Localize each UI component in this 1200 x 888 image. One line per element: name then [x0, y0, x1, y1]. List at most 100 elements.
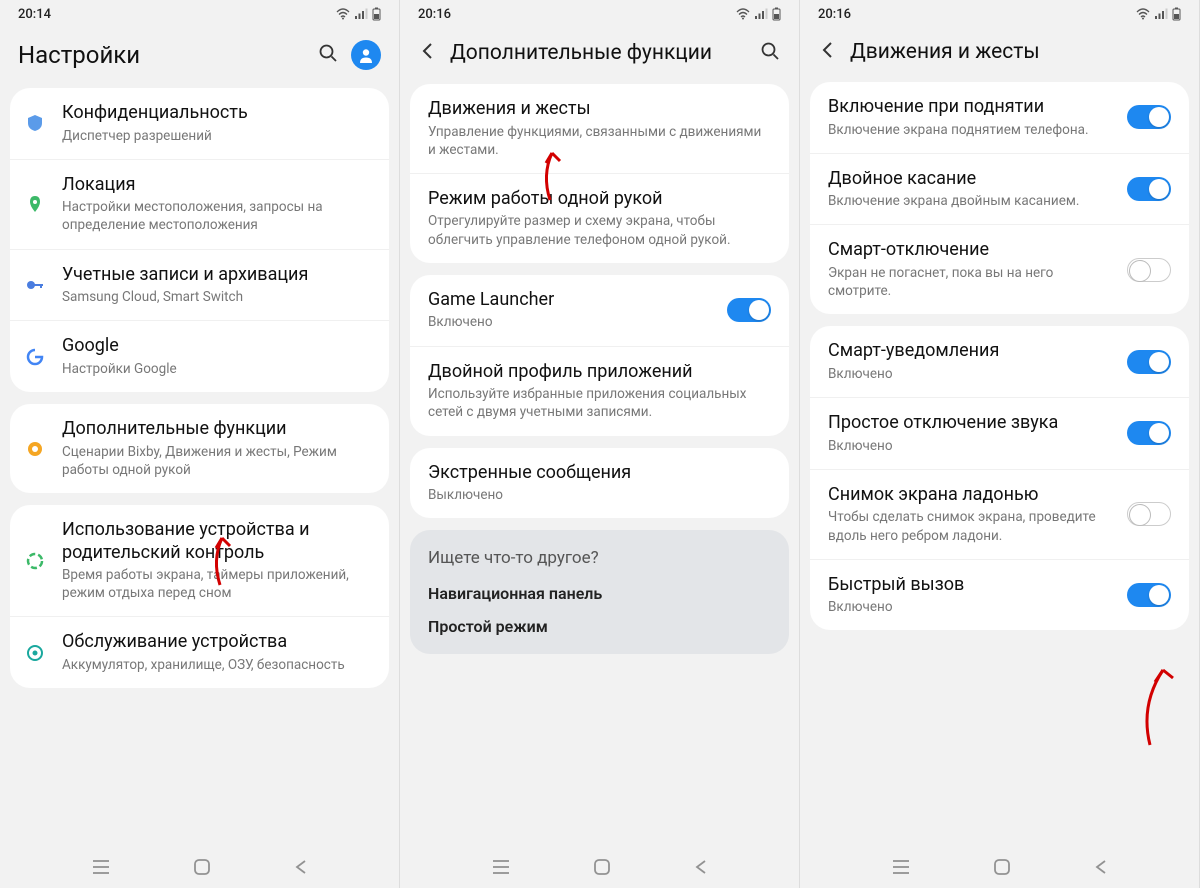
row-sub: Включено: [828, 598, 1111, 616]
gear-icon: [24, 438, 46, 460]
row-google[interactable]: Google Настройки Google: [10, 320, 389, 392]
row-sub: Настройки местоположения, запросы на опр…: [62, 198, 371, 234]
row-privacy[interactable]: Конфиденциальность Диспетчер разрешений: [10, 88, 389, 159]
row-title: Дополнительные функции: [62, 418, 371, 441]
statusbar: 20:14: [0, 0, 399, 28]
row-title: Простое отключение звука: [828, 412, 1111, 435]
row-title: Конфиденциальность: [62, 102, 371, 125]
row-title: Включение при поднятии: [828, 96, 1111, 119]
nav-home-icon[interactable]: [192, 857, 212, 877]
avatar[interactable]: [351, 40, 381, 70]
card: Game Launcher Включено Двойной профиль п…: [410, 275, 789, 436]
page-title: Движения и жесты: [850, 40, 1181, 64]
toggle-smartstay[interactable]: [1127, 258, 1171, 282]
nav-recent-icon[interactable]: [891, 859, 911, 875]
wifi-icon: [1136, 8, 1150, 20]
status-icons: [1136, 7, 1181, 21]
row-sub: Включено: [828, 437, 1111, 455]
looking-for-card: Ищете что-то другое? Навигационная панел…: [410, 530, 789, 654]
row-sub: Экран не погаснет, пока вы на него смотр…: [828, 264, 1111, 300]
link-easy-mode[interactable]: Простой режим: [428, 617, 771, 636]
row-sub: Время работы экрана, таймеры приложений,…: [62, 566, 371, 602]
toggle-palmswipe[interactable]: [1127, 502, 1171, 526]
row-title: Обслуживание устройства: [62, 631, 371, 654]
row-smartstay[interactable]: Смарт-отключение Экран не погаснет, пока…: [810, 224, 1189, 314]
row-title: Двойное касание: [828, 168, 1111, 191]
navbar: [0, 846, 399, 888]
toggle-lifttowake[interactable]: [1127, 105, 1171, 129]
battery-icon: [1172, 7, 1181, 21]
row-sub: Выключено: [428, 486, 771, 504]
row-title: Экстренные сообщения: [428, 462, 771, 485]
wifi-icon: [736, 8, 750, 20]
nav-home-icon[interactable]: [592, 857, 612, 877]
nav-back-icon[interactable]: [293, 859, 309, 875]
row-sub: Настройки Google: [62, 360, 371, 378]
screen-settings: 20:14 Настройки Конфиденциальность Диспе…: [0, 0, 400, 888]
toggle-directcall[interactable]: [1127, 583, 1171, 607]
row-motions[interactable]: Движения и жесты Управление функциями, с…: [410, 84, 789, 173]
row-smartalert[interactable]: Смарт-уведомления Включено: [810, 326, 1189, 397]
row-accounts[interactable]: Учетные записи и архивация Samsung Cloud…: [10, 249, 389, 321]
back-icon[interactable]: [818, 40, 838, 64]
row-sub: Включено: [828, 365, 1111, 383]
row-doubletap[interactable]: Двойное касание Включение экрана двойным…: [810, 153, 1189, 225]
location-icon: [24, 193, 46, 215]
signal-icon: [754, 8, 768, 20]
settings-list: Конфиденциальность Диспетчер разрешений …: [0, 88, 399, 846]
toggle-easymute[interactable]: [1127, 421, 1171, 445]
row-title: Локация: [62, 174, 371, 197]
nav-recent-icon[interactable]: [491, 859, 511, 875]
nav-home-icon[interactable]: [992, 857, 1012, 877]
screen-advanced: 20:16 Дополнительные функции Движения и …: [400, 0, 800, 888]
signal-icon: [1154, 8, 1168, 20]
row-title: Смарт-отключение: [828, 239, 1111, 262]
statusbar: 20:16: [800, 0, 1199, 28]
search-icon[interactable]: [317, 42, 339, 68]
row-wellbeing[interactable]: Использование устройства и родительский …: [10, 505, 389, 616]
card: Конфиденциальность Диспетчер разрешений …: [10, 88, 389, 392]
row-title: Google: [62, 335, 371, 358]
advanced-list: Движения и жесты Управление функциями, с…: [400, 84, 799, 846]
row-advanced[interactable]: Дополнительные функции Сценарии Bixby, Д…: [10, 404, 389, 493]
care-icon: [24, 642, 46, 664]
row-location[interactable]: Локация Настройки местоположения, запрос…: [10, 159, 389, 249]
row-sub: Сценарии Bixby, Движения и жесты, Режим …: [62, 443, 371, 479]
nav-recent-icon[interactable]: [91, 859, 111, 875]
nav-back-icon[interactable]: [693, 859, 709, 875]
row-sub: Включение экрана поднятием телефона.: [828, 121, 1111, 139]
row-dualmessenger[interactable]: Двойной профиль приложений Используйте и…: [410, 346, 789, 436]
row-lifttowake[interactable]: Включение при поднятии Включение экрана …: [810, 82, 1189, 153]
row-sub: Управление функциями, связанными с движе…: [428, 123, 771, 159]
card: Смарт-уведомления Включено Простое отклю…: [810, 326, 1189, 630]
key-icon: [24, 274, 46, 296]
row-sos[interactable]: Экстренные сообщения Выключено: [410, 448, 789, 519]
motions-list: Включение при поднятии Включение экрана …: [800, 82, 1199, 846]
appbar: Дополнительные функции: [400, 28, 799, 84]
search-icon[interactable]: [759, 40, 781, 66]
row-gamelauncher[interactable]: Game Launcher Включено: [410, 275, 789, 346]
toggle-doubletap[interactable]: [1127, 177, 1171, 201]
row-devicecare[interactable]: Обслуживание устройства Аккумулятор, хра…: [10, 616, 389, 688]
page-title: Настройки: [18, 41, 305, 69]
row-directcall[interactable]: Быстрый вызов Включено: [810, 559, 1189, 631]
row-palmswipe[interactable]: Снимок экрана ладонью Чтобы сделать сним…: [810, 469, 1189, 559]
battery-icon: [372, 7, 381, 21]
page-title: Дополнительные функции: [450, 41, 747, 65]
google-icon: [24, 346, 46, 368]
row-easymute[interactable]: Простое отключение звука Включено: [810, 397, 1189, 469]
link-navigation-bar[interactable]: Навигационная панель: [428, 584, 771, 603]
clock: 20:14: [18, 7, 51, 22]
row-sub: Используйте избранные приложения социаль…: [428, 385, 771, 421]
navbar: [800, 846, 1199, 888]
toggle-smartalert[interactable]: [1127, 350, 1171, 374]
statusbar: 20:16: [400, 0, 799, 28]
row-onehand[interactable]: Режим работы одной рукой Отрегулируйте р…: [410, 173, 789, 263]
toggle-gamelauncher[interactable]: [727, 298, 771, 322]
row-sub: Samsung Cloud, Smart Switch: [62, 288, 371, 306]
appbar: Движения и жесты: [800, 28, 1199, 82]
back-icon[interactable]: [418, 41, 438, 65]
row-title: Двойной профиль приложений: [428, 361, 771, 384]
row-title: Game Launcher: [428, 289, 711, 312]
nav-back-icon[interactable]: [1093, 859, 1109, 875]
